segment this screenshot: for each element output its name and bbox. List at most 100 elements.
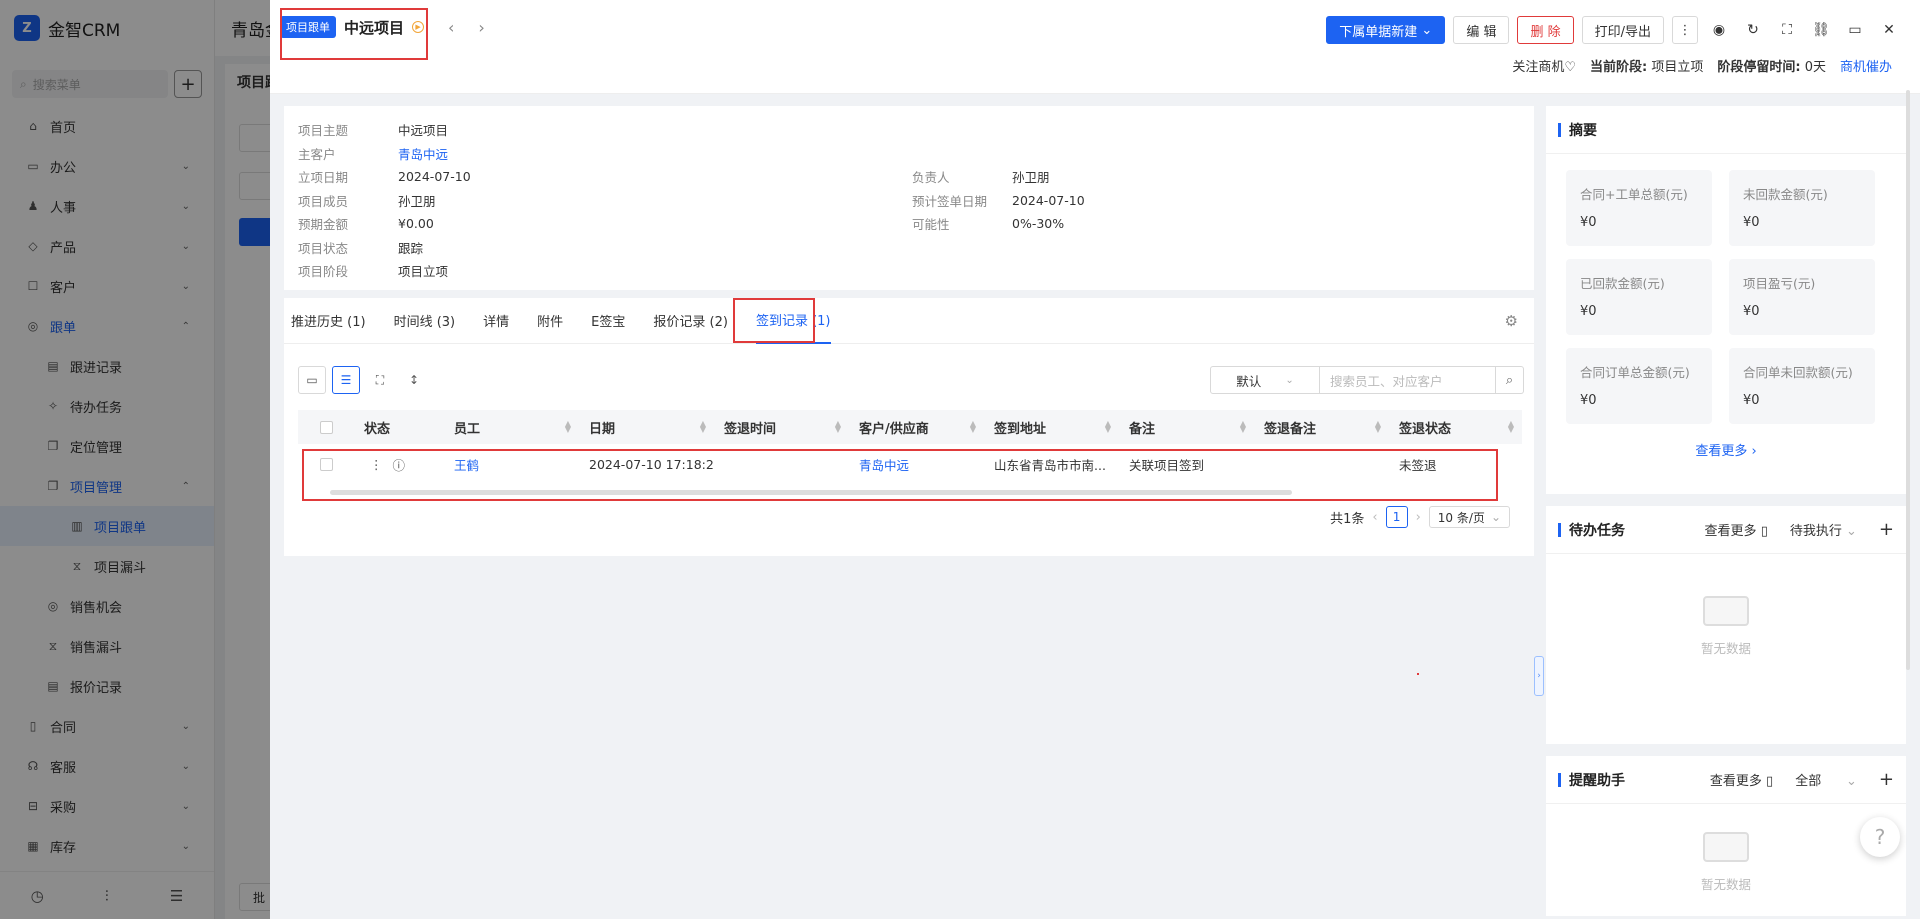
sort-icon: ▲ ▼ [1507, 419, 1514, 434]
summary-more-link[interactable]: 查看更多 › [1546, 432, 1906, 467]
more-menu-icon[interactable]: ⋮ [1672, 16, 1698, 44]
link-icon[interactable]: ⛓ [1808, 17, 1834, 43]
drawer-header: 项目跟单 中远项目 ▶ ‹ › 下属单据新建 ⌄ 编 辑 删 除 打印/导出 ⋮… [270, 0, 1920, 94]
list-view-icon[interactable]: ☰ [332, 366, 360, 394]
drawer-actions: 下属单据新建 ⌄ 编 辑 删 除 打印/导出 ⋮ ◉ ↻ ⛶ ⛓ ▭ ✕ [1326, 16, 1902, 44]
row-height-icon[interactable]: ↕ [400, 366, 428, 394]
page-number[interactable]: 1 [1385, 506, 1408, 528]
chevron-down-icon: ⌄ [1490, 510, 1501, 524]
todo-title: 待办任务 [1569, 522, 1625, 539]
col-remark[interactable]: 备注 ▲ ▼ [1119, 418, 1254, 437]
col-date[interactable]: 日期 ▲ ▼ [579, 418, 714, 437]
info-row: 预计签单日期 2024-07-10 [912, 192, 1085, 209]
panel-scrollbar[interactable] [1906, 90, 1910, 670]
chevron-right-icon: › [1751, 444, 1757, 459]
add-icon[interactable]: + [1879, 769, 1894, 790]
tab-attachments[interactable]: 附件 [537, 298, 577, 344]
table-header: 状态 员工 ▲ ▼ 日期 ▲ ▼ 签退时间 ▲ ▼ 客户/供应商 ▲ ▼ 签到地址 ▲ ▼ 备注 ▲ ▼… [298, 410, 1522, 444]
fullscreen-icon[interactable]: ⛶ [1774, 17, 1800, 43]
book-icon: ▯ [1760, 524, 1768, 539]
select-all-checkbox[interactable] [319, 420, 333, 434]
tab-esign[interactable]: E签宝 [591, 298, 639, 344]
next-page-icon[interactable]: › [1416, 510, 1421, 525]
refresh-icon[interactable]: ↻ [1740, 17, 1766, 43]
help-icon[interactable]: ? [1860, 817, 1900, 857]
tab-details[interactable]: 详情 [483, 298, 523, 344]
todo-empty: 暂无数据 [1546, 596, 1906, 657]
sort-select[interactable]: 默认 ⌄ [1210, 366, 1320, 394]
book-icon: ▯ [1766, 774, 1774, 789]
customer-link[interactable]: 青岛中远 [398, 144, 448, 163]
table-toolbar: ▭ ☰ ⛶ ↕ [298, 366, 428, 394]
info-row: 项目主题 中远项目 [298, 123, 449, 139]
delete-button[interactable]: 删 除 [1517, 16, 1574, 44]
stage-label: 当前阶段: [1590, 60, 1648, 75]
col-checkout-status[interactable]: 签退状态 ▲ ▼ [1389, 418, 1522, 437]
info-row: 项目阶段 项目立项 [298, 264, 449, 280]
sort-icon: ▲ ▼ [564, 419, 571, 434]
next-record-icon[interactable]: › [478, 18, 484, 37]
info-row: 可能性 0%-30% [912, 216, 1065, 233]
stat-card: 合同订单总金额(元) ¥0 [1566, 348, 1712, 424]
collapse-panel-icon[interactable]: › [1534, 656, 1544, 696]
stay-value: 0天 [1804, 60, 1826, 75]
new-sub-document-button[interactable]: 下属单据新建 ⌄ [1326, 16, 1446, 44]
tabs-card: 推进历史 (1) 时间线 (3) 详情 附件 E签宝 报价记录 (2) 签到记录… [284, 298, 1534, 556]
col-address[interactable]: 签到地址 ▲ ▼ [984, 418, 1119, 437]
edit-button[interactable]: 编 辑 [1453, 16, 1510, 44]
stat-card: 已回款金额(元) ¥0 [1566, 259, 1712, 335]
detail-tabs: 推进历史 (1) 时间线 (3) 详情 附件 E签宝 报价记录 (2) 签到记录… [284, 298, 1534, 344]
stat-card: 合同单未回款额(元) ¥0 [1729, 348, 1875, 424]
prev-record-icon[interactable]: ‹ [448, 18, 454, 37]
sort-icon: ▲ ▼ [969, 419, 976, 434]
todo-filter-select[interactable]: 待我执行 ⌄ [1790, 520, 1857, 539]
page-size-select[interactable]: 10 条/页 ⌄ [1428, 506, 1510, 528]
info-row: 项目状态 跟踪 [298, 240, 424, 256]
tab-progress-history[interactable]: 推进历史 (1) [291, 298, 380, 344]
search-input[interactable]: 搜索员工、对应客户 [1320, 366, 1496, 394]
info-row: 预期金额 ¥0.00 [298, 216, 434, 233]
follow-opportunity[interactable]: 关注商机♡ [1512, 56, 1576, 75]
tab-timeline[interactable]: 时间线 (3) [394, 298, 470, 344]
close-icon[interactable]: ✕ [1876, 17, 1902, 43]
monitor-icon[interactable]: ▭ [1842, 17, 1868, 43]
reminder-filter-select[interactable]: 全部 ⌄ [1795, 770, 1857, 789]
prev-page-icon[interactable]: ‹ [1372, 510, 1377, 525]
add-icon[interactable]: + [1879, 519, 1894, 540]
remind-link[interactable]: 商机催办 [1840, 56, 1892, 75]
stage-status: 关注商机♡ 当前阶段: 项目立项 阶段停留时间: 0天 商机催办 [1512, 56, 1892, 75]
chevron-down-icon: ⌄ [1421, 22, 1433, 38]
col-checkout-time[interactable]: 签退时间 ▲ ▼ [714, 418, 849, 437]
sort-icon: ▲ ▼ [1239, 419, 1246, 434]
chevron-down-icon: ⌄ [1846, 524, 1857, 539]
stat-card: 项目盈亏(元) ¥0 [1729, 259, 1875, 335]
summary-title: 摘要 [1569, 122, 1597, 139]
empty-inbox-icon [1703, 832, 1749, 862]
highlight-tab-box [733, 298, 815, 343]
heart-icon: ♡ [1564, 60, 1576, 75]
table-search: 默认 ⌄ 搜索员工、对应客户 ⌕ [1210, 366, 1524, 394]
cursor-dot [1417, 673, 1419, 675]
sort-icon: ▲ ▼ [699, 419, 706, 434]
fullscreen-icon[interactable]: ⛶ [366, 366, 394, 394]
reminder-more-link[interactable]: 查看更多 ▯ [1710, 770, 1773, 789]
pagination: 共1条 ‹ 1 › 10 条/页 ⌄ [1330, 506, 1510, 528]
reminder-card: 提醒助手 查看更多 ▯ 全部 ⌄ + 暂无数据 [1546, 756, 1906, 916]
info-row: 立项日期 2024-07-10 [298, 169, 471, 186]
play-circle-icon[interactable]: ◉ [1706, 17, 1732, 43]
card-view-icon[interactable]: ▭ [298, 366, 326, 394]
col-customer[interactable]: 客户/供应商 ▲ ▼ [849, 418, 984, 437]
reminder-title: 提醒助手 [1569, 772, 1625, 789]
chevron-down-icon: ⌄ [1285, 374, 1294, 386]
col-employee[interactable]: 员工 ▲ ▼ [444, 418, 579, 437]
total-count: 共1条 [1330, 511, 1365, 527]
search-icon[interactable]: ⌕ [1496, 366, 1524, 394]
col-checkout-remark[interactable]: 签退备注 ▲ ▼ [1254, 418, 1389, 437]
tab-quote-records[interactable]: 报价记录 (2) [653, 298, 742, 344]
summary-card: 摘要 合同+工单总额(元) ¥0 未回款金额(元) ¥0 已回款金额(元) ¥0 项目… [1546, 106, 1906, 494]
print-export-button[interactable]: 打印/导出 [1581, 16, 1664, 44]
info-right-column: 负责人 孙卫朋 预计签单日期 2024-07-10 可能性 0%-30% [912, 165, 1085, 236]
stat-card: 合同+工单总额(元) ¥0 [1566, 170, 1712, 246]
gear-icon[interactable]: ⚙ [1505, 312, 1518, 330]
todo-more-link[interactable]: 查看更多 ▯ [1705, 520, 1768, 539]
